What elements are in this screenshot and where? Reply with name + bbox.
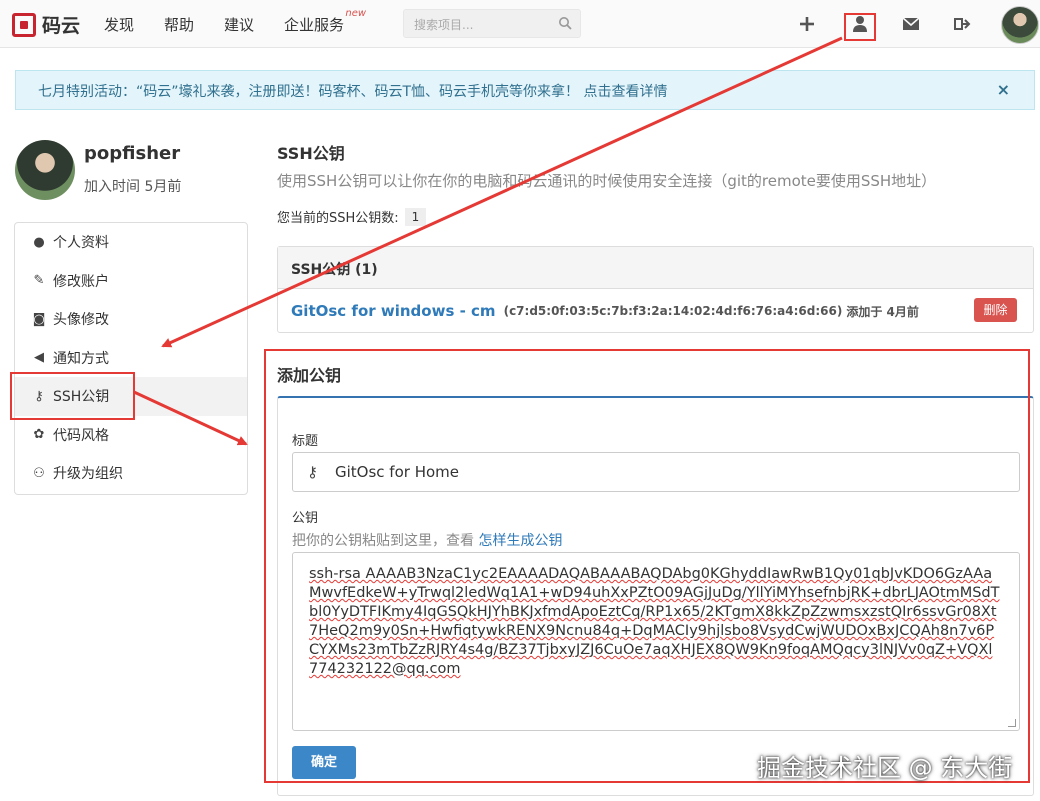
- key-count-label: 您当前的SSH公钥数:: [277, 211, 399, 226]
- ssh-key-name[interactable]: GitOsc for windows - cm: [291, 302, 496, 320]
- logo[interactable]: 码云: [12, 11, 80, 38]
- users-icon: ⚇: [33, 465, 45, 481]
- ssh-keys-header: SSH公钥 (1): [278, 247, 1033, 289]
- ssh-keys-panel: SSH公钥 (1) GitOsc for windows - cm (c7:d5…: [277, 246, 1034, 333]
- page-description: 使用SSH公钥可以让你在你的电脑和码云通讯的时候使用安全连接（git的remot…: [277, 172, 937, 190]
- search-icon: [559, 17, 572, 30]
- logout-icon[interactable]: [952, 14, 972, 34]
- nav-enterprise-label: 企业服务: [284, 16, 345, 34]
- logo-text: 码云: [42, 15, 81, 37]
- camera-icon: ◙: [32, 311, 46, 327]
- key-count-badge: 1: [404, 207, 427, 226]
- pencil-icon: ✎: [33, 273, 45, 289]
- sidebar-item-account[interactable]: ✎ 修改账户: [15, 262, 247, 301]
- ssh-key-fingerprint: (c7:d5:0f:03:5c:7b:f3:2a:14:02:4d:f6:76:…: [503, 304, 843, 318]
- nav-enterprise[interactable]: 企业服务 new: [284, 8, 366, 35]
- delete-key-button[interactable]: 删除: [974, 298, 1017, 322]
- search-input[interactable]: 搜索项目...: [403, 9, 581, 38]
- nav-discover[interactable]: 发现: [104, 14, 134, 35]
- ssh-key-added: 添加于 4月前: [846, 304, 919, 319]
- sidebar-item-label: 修改账户: [53, 273, 109, 290]
- top-navbar: 码云 发现 帮助 建议 企业服务 new 搜索项目...: [0, 0, 1040, 48]
- sidebar-item-label: 升级为组织: [53, 466, 123, 483]
- sidebar-item-label: 通知方式: [53, 350, 109, 367]
- profile-username[interactable]: popfisher: [84, 143, 180, 164]
- sidebar-item-label: 代码风格: [53, 427, 109, 444]
- highlight-box-ssh: [10, 372, 135, 420]
- sidebar-item-label: 个人资料: [53, 235, 109, 252]
- avatar[interactable]: [1001, 6, 1039, 44]
- highlight-box-user: [844, 13, 876, 41]
- highlight-box-add-key: [264, 349, 1030, 783]
- volume-icon: ◀: [34, 350, 44, 366]
- promo-banner: 七月特别活动：“码云”壕礼来袭，注册即送！码客杯、码云T恤、码云手机壳等你来拿！…: [15, 70, 1035, 110]
- main-nav: 发现 帮助 建议 企业服务 new: [104, 8, 374, 35]
- key-count-row: 您当前的SSH公钥数: 1: [277, 207, 427, 226]
- banner-link[interactable]: 点击查看详情: [584, 84, 668, 100]
- ssh-key-row: GitOsc for windows - cm (c7:d5:0f:03:5c:…: [278, 289, 1033, 333]
- sidebar-item-avatar[interactable]: ◙ 头像修改: [15, 300, 247, 339]
- mail-icon[interactable]: [901, 14, 921, 34]
- sidebar-item-label: 头像修改: [53, 312, 109, 329]
- close-icon[interactable]: ×: [997, 80, 1010, 99]
- logo-icon: [12, 12, 36, 37]
- nav-suggest[interactable]: 建议: [224, 14, 254, 35]
- watermark: 掘金技术社区 @ 东大街: [757, 754, 1013, 782]
- new-badge: new: [345, 8, 367, 19]
- sidebar-item-upgrade-org[interactable]: ⚇ 升级为组织: [15, 454, 247, 493]
- search-placeholder: 搜索项目...: [414, 18, 474, 32]
- profile-joined: 加入时间 5月前: [84, 179, 182, 195]
- page-title: SSH公钥: [277, 144, 345, 163]
- nav-help[interactable]: 帮助: [164, 14, 194, 35]
- settings-sidebar: ● 个人资料 ✎ 修改账户 ◙ 头像修改 ◀ 通知方式 ⚷ SSH公钥 ✿ 代码…: [14, 222, 248, 495]
- sidebar-item-profile[interactable]: ● 个人资料: [15, 223, 247, 262]
- user-icon: ●: [33, 234, 45, 250]
- sidebar-item-code-style[interactable]: ✿ 代码风格: [15, 416, 247, 455]
- banner-text: 七月特别活动：“码云”壕礼来袭，注册即送！码客杯、码云T恤、码云手机壳等你来拿！: [38, 84, 580, 100]
- palette-icon: ✿: [33, 427, 45, 443]
- profile-avatar: [15, 140, 75, 200]
- plus-icon[interactable]: [797, 14, 817, 34]
